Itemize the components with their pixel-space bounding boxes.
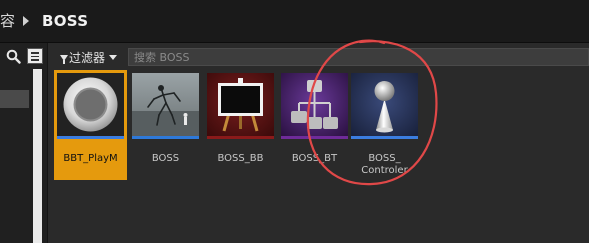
asset-label: BOSS [151,153,180,164]
asset-label: BOSS_ Controler [361,153,408,176]
content-browser: 容 BOSS 过滤器 搜索 BOSS BBT_PlayM BOSS BOSS_B… [0,0,589,243]
pawn-icon [351,73,418,136]
asset-label: BOSS_BT [291,153,338,164]
asset-tile-boss-bb[interactable]: BOSS_BB [204,70,277,180]
breadcrumb-parent[interactable]: 容 [0,12,15,30]
breadcrumb-arrow-icon[interactable] [23,16,29,26]
funnel-icon [60,54,68,64]
ring-icon [57,73,124,136]
asset-tile-boss-bt[interactable]: BOSS_BT [278,70,351,180]
folder-tree-panel [0,43,47,243]
filter-label: 过滤器 [69,51,106,65]
view-options-button[interactable] [27,48,43,64]
asset-tile-boss[interactable]: BOSS [129,70,202,180]
asset-type-stripe [351,136,418,139]
asset-label: BOSS_BB [217,153,264,164]
asset-type-stripe [207,136,274,139]
blackboard-icon [207,73,274,136]
asset-view: 过滤器 搜索 BOSS BBT_PlayM BOSS BOSS_BB BOSS_… [48,43,589,243]
skeletal-mesh-preview [132,73,199,136]
behavior-tree-icon [281,73,348,136]
search-input[interactable] [128,48,589,66]
asset-tile-bbt-playm[interactable]: BBT_PlayM [54,70,127,180]
folder-tree-selected-item[interactable] [0,90,29,108]
asset-type-stripe [132,136,199,139]
breadcrumb-current[interactable]: BOSS [42,12,88,30]
breadcrumb: 容 BOSS [0,0,589,43]
asset-label: BBT_PlayM [63,153,118,164]
folder-tree-scrollbar[interactable] [33,69,42,243]
asset-type-stripe [281,136,348,139]
filter-button[interactable]: 过滤器 [60,49,118,66]
asset-type-stripe [57,136,124,139]
chevron-down-icon [109,55,118,60]
search-icon[interactable] [6,49,21,64]
asset-tile-boss-controler[interactable]: BOSS_ Controler [348,70,421,180]
